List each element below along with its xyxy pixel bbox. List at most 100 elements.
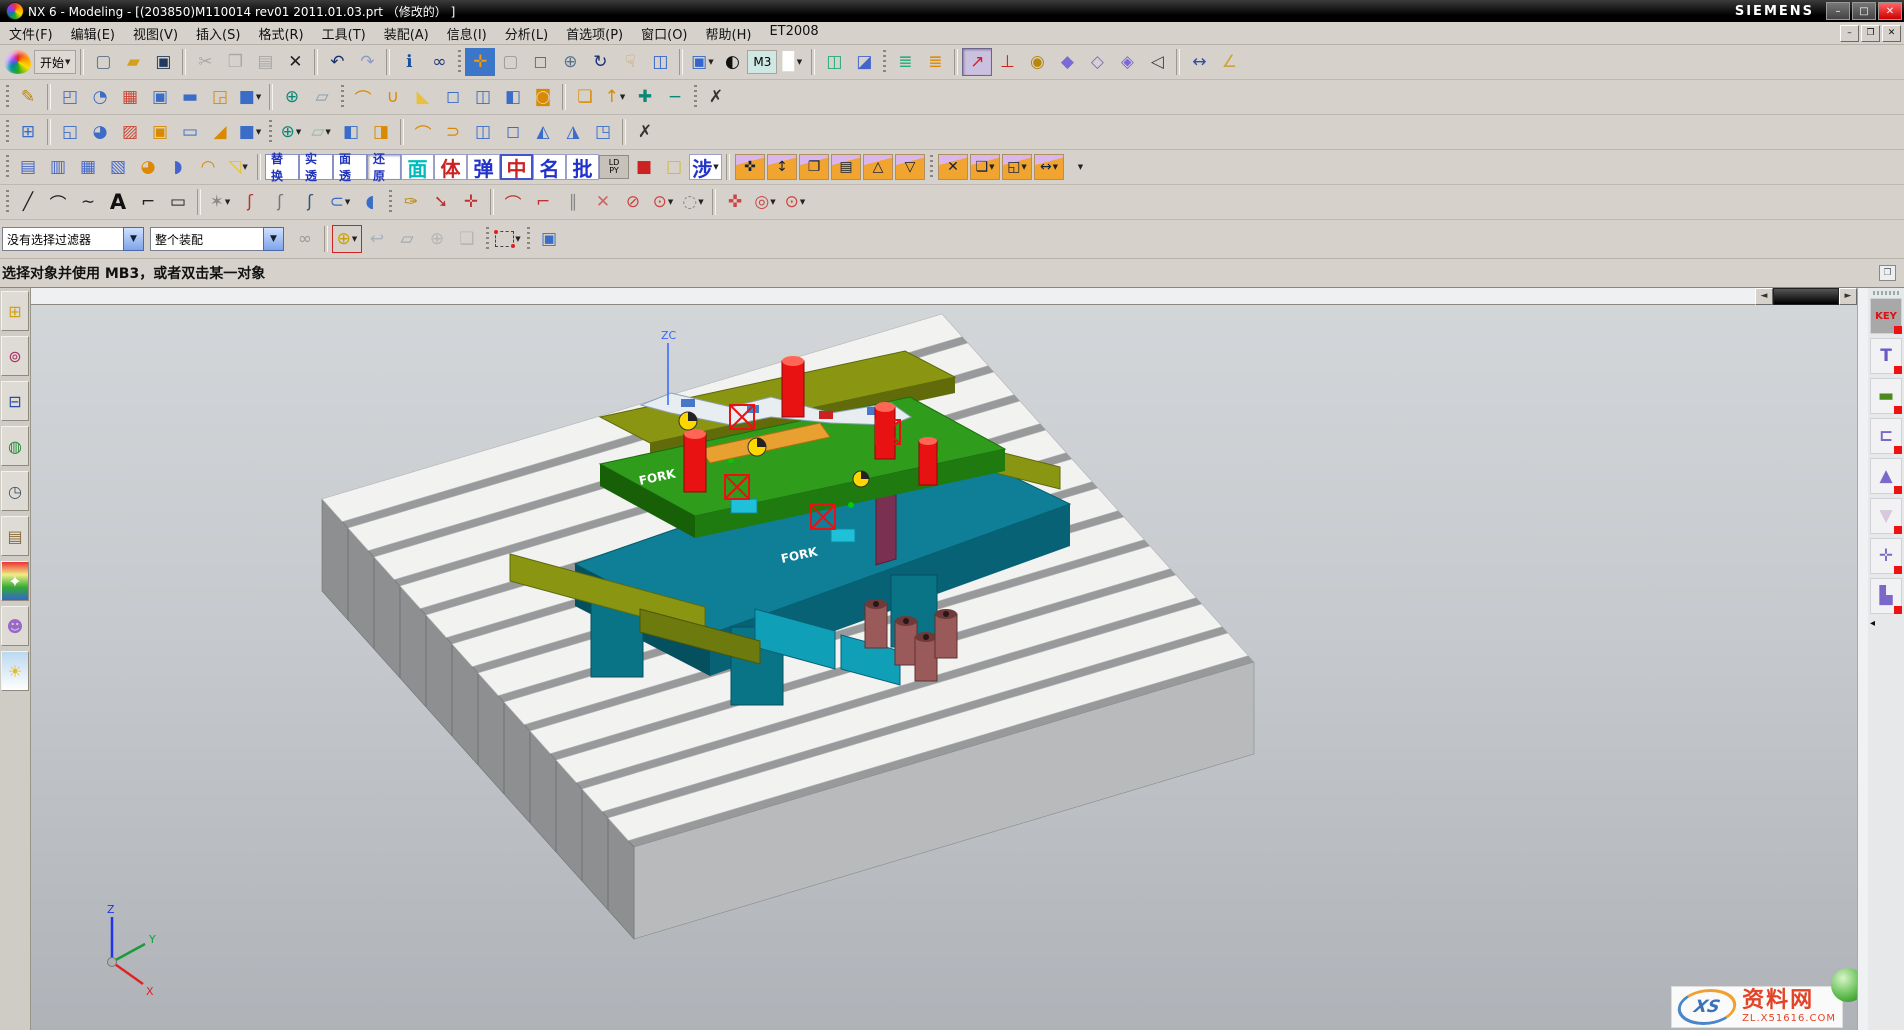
move-object-button[interactable]: ✜ [735,154,765,180]
dropdown-arrow-icon[interactable]: ▼ [770,198,775,206]
system-scenes-tab[interactable]: ☀ [1,651,29,691]
menu-format[interactable]: 格式(R) [249,22,312,45]
measure-distance-button[interactable]: ↔ [1184,48,1214,76]
constraint-navigator-tab[interactable]: ⊚ [1,336,29,376]
rotate-view-button[interactable]: ↻ [585,48,615,76]
palette-grip[interactable] [1873,291,1899,295]
dropdown-arrow-icon[interactable]: ▼ [345,198,350,206]
spline-button[interactable]: ∼ [73,188,103,216]
copy-paste-button[interactable]: ❏▼ [970,154,1000,180]
snap-intersection-button[interactable]: ◈ [1112,48,1142,76]
revolve-alt-button[interactable]: ◕ [85,118,115,146]
circle-slash-button[interactable]: ⊘ [618,188,648,216]
menu-analysis[interactable]: 分析(L) [496,22,557,45]
shell-button[interactable]: ◻ [438,83,468,111]
save-button[interactable]: ▣ [148,48,178,76]
section-surface-button[interactable]: ◗ [163,153,193,181]
split-body-button[interactable]: ◧ [498,83,528,111]
dot-circle-button[interactable]: ⊙▼ [780,188,810,216]
measure-angle-button[interactable]: ∠ [1214,48,1244,76]
paste-object-button[interactable]: ▤ [831,154,861,180]
boolean-subtract-button[interactable]: − [660,83,690,111]
general-snap-button[interactable]: ⊕ [422,225,452,253]
dropdown-arrow-icon[interactable]: ▼ [708,58,713,66]
clamp-bracket-part-tile[interactable]: ⊏ [1870,418,1902,454]
reuse-library-tab[interactable]: ◍ [1,426,29,466]
roles-palette-tab[interactable]: ▤ [1,516,29,556]
view-orientation-button[interactable]: ▣▼ [687,48,717,76]
target-circle-button[interactable]: ◎▼ [750,188,780,216]
previous-selection-button[interactable]: ↩ [362,225,392,253]
rotate-object-button[interactable]: △ [863,154,893,180]
name-macro-button[interactable]: 名 [533,154,566,180]
parallel-line-button[interactable]: ∥ [558,188,588,216]
trim-curve-button[interactable]: ➘ [426,188,456,216]
face-macro-button[interactable]: 面 [401,154,434,180]
curve-intersect-button[interactable]: ✛ [456,188,486,216]
snap-point-filter-button[interactable]: ⊕▼ [332,225,362,253]
menu-edit[interactable]: 编辑(E) [62,22,124,45]
vertical-scrollbar[interactable] [1857,288,1868,1030]
open-file-button[interactable]: ▰ [118,48,148,76]
paste-button[interactable]: ▤ [250,48,280,76]
pattern-feature-button[interactable]: ◫ [468,83,498,111]
ruled-mesh-button[interactable]: ▦ [115,83,145,111]
join-face-button[interactable]: ◭ [528,118,558,146]
pattern-geometry-button[interactable]: ⊞ [13,118,43,146]
extrude-alt-button[interactable]: ◱ [55,118,85,146]
revolve-button[interactable]: ◔ [85,83,115,111]
extract-curve-button[interactable]: ⊂▼ [325,188,355,216]
cross-bolt-part-tile[interactable]: ✛ [1870,538,1902,574]
menu-help[interactable]: 帮助(H) [697,22,761,45]
object-display-button[interactable]: ◉ [1022,48,1052,76]
pattern-copies-button[interactable]: ◱▼ [1002,154,1032,180]
section-curve-button[interactable]: ◖ [355,188,385,216]
start-menu-button[interactable]: 开始▼ [34,50,76,74]
dropdown-arrow-icon[interactable]: ▼ [800,198,805,206]
dropdown-arrow-icon[interactable]: ▼ [325,128,330,136]
triangle-plate-part-tile[interactable]: ▲ [1870,458,1902,494]
dropdown-arrow-icon[interactable]: ▼ [713,163,718,171]
datum-plane-button[interactable]: ▱▼ [306,118,336,146]
perspective-button[interactable]: ◫ [645,48,675,76]
selection-scope-combo[interactable]: 整个装配 ▼ [150,227,284,251]
menu-window[interactable]: 窗口(O) [632,22,696,45]
find-component-button[interactable]: ∞ [290,225,320,253]
emboss-button[interactable]: ◲ [205,83,235,111]
boolean-add-button[interactable]: ✚ [630,83,660,111]
profile-button[interactable]: ⌐ [133,188,163,216]
dropdown-arrow-icon[interactable]: ▼ [225,198,230,206]
body-macro-button[interactable]: 体 [434,154,467,180]
elbow-part-tile[interactable]: ▙ [1870,578,1902,614]
batch-macro-button[interactable]: 批 [566,154,599,180]
red-solid-macro-button[interactable]: ■ [629,153,659,181]
graphics-area[interactable]: FORK FORK ZC Z Y X [31,305,1857,1030]
interference-macro-button[interactable]: 涉▼ [689,154,722,180]
fit-view-button[interactable]: ✛ [465,48,495,76]
scale-x-button[interactable]: ↔▼ [1034,154,1064,180]
scroll-right-icon[interactable]: ► [1839,288,1857,305]
rectangle-select-button[interactable]: ▼ [493,225,523,253]
information-button[interactable]: ℹ [394,48,424,76]
combined-projection-button[interactable]: ʃ [265,188,295,216]
dropdown-arrow-icon[interactable]: ▼ [989,163,994,171]
selection-filter-dropdown-icon[interactable]: ▼ [123,227,144,251]
snap-point-diamond-button[interactable]: ◆ [1052,48,1082,76]
user-roles-tab[interactable]: ☻ [1,606,29,646]
dropdown-arrow-icon[interactable]: ▼ [256,128,261,136]
ldpy-macro-button[interactable]: LD PY [599,155,629,179]
ruled-surface-button[interactable]: ▤ [13,153,43,181]
slab-button[interactable]: ▭ [175,118,205,146]
chamfer-button[interactable]: ◣ [408,83,438,111]
t-bolt-part-tile[interactable]: T [1870,338,1902,374]
wcs-triad[interactable]: Z Y X [107,903,156,998]
restore-macro-button[interactable]: 还原 [367,154,401,180]
immediate-hide-button[interactable]: ◪ [849,48,879,76]
maximize-button[interactable]: □ [1852,2,1876,20]
cross-line-button[interactable]: ✕ [588,188,618,216]
key-library-tile[interactable]: KEY [1870,298,1902,334]
menu-information[interactable]: 信息(I) [438,22,496,45]
scrollbar-thumb[interactable] [1773,288,1839,305]
bridge-surface-button[interactable]: ◠ [193,153,223,181]
counterbore-hole-button[interactable]: ▣ [145,118,175,146]
